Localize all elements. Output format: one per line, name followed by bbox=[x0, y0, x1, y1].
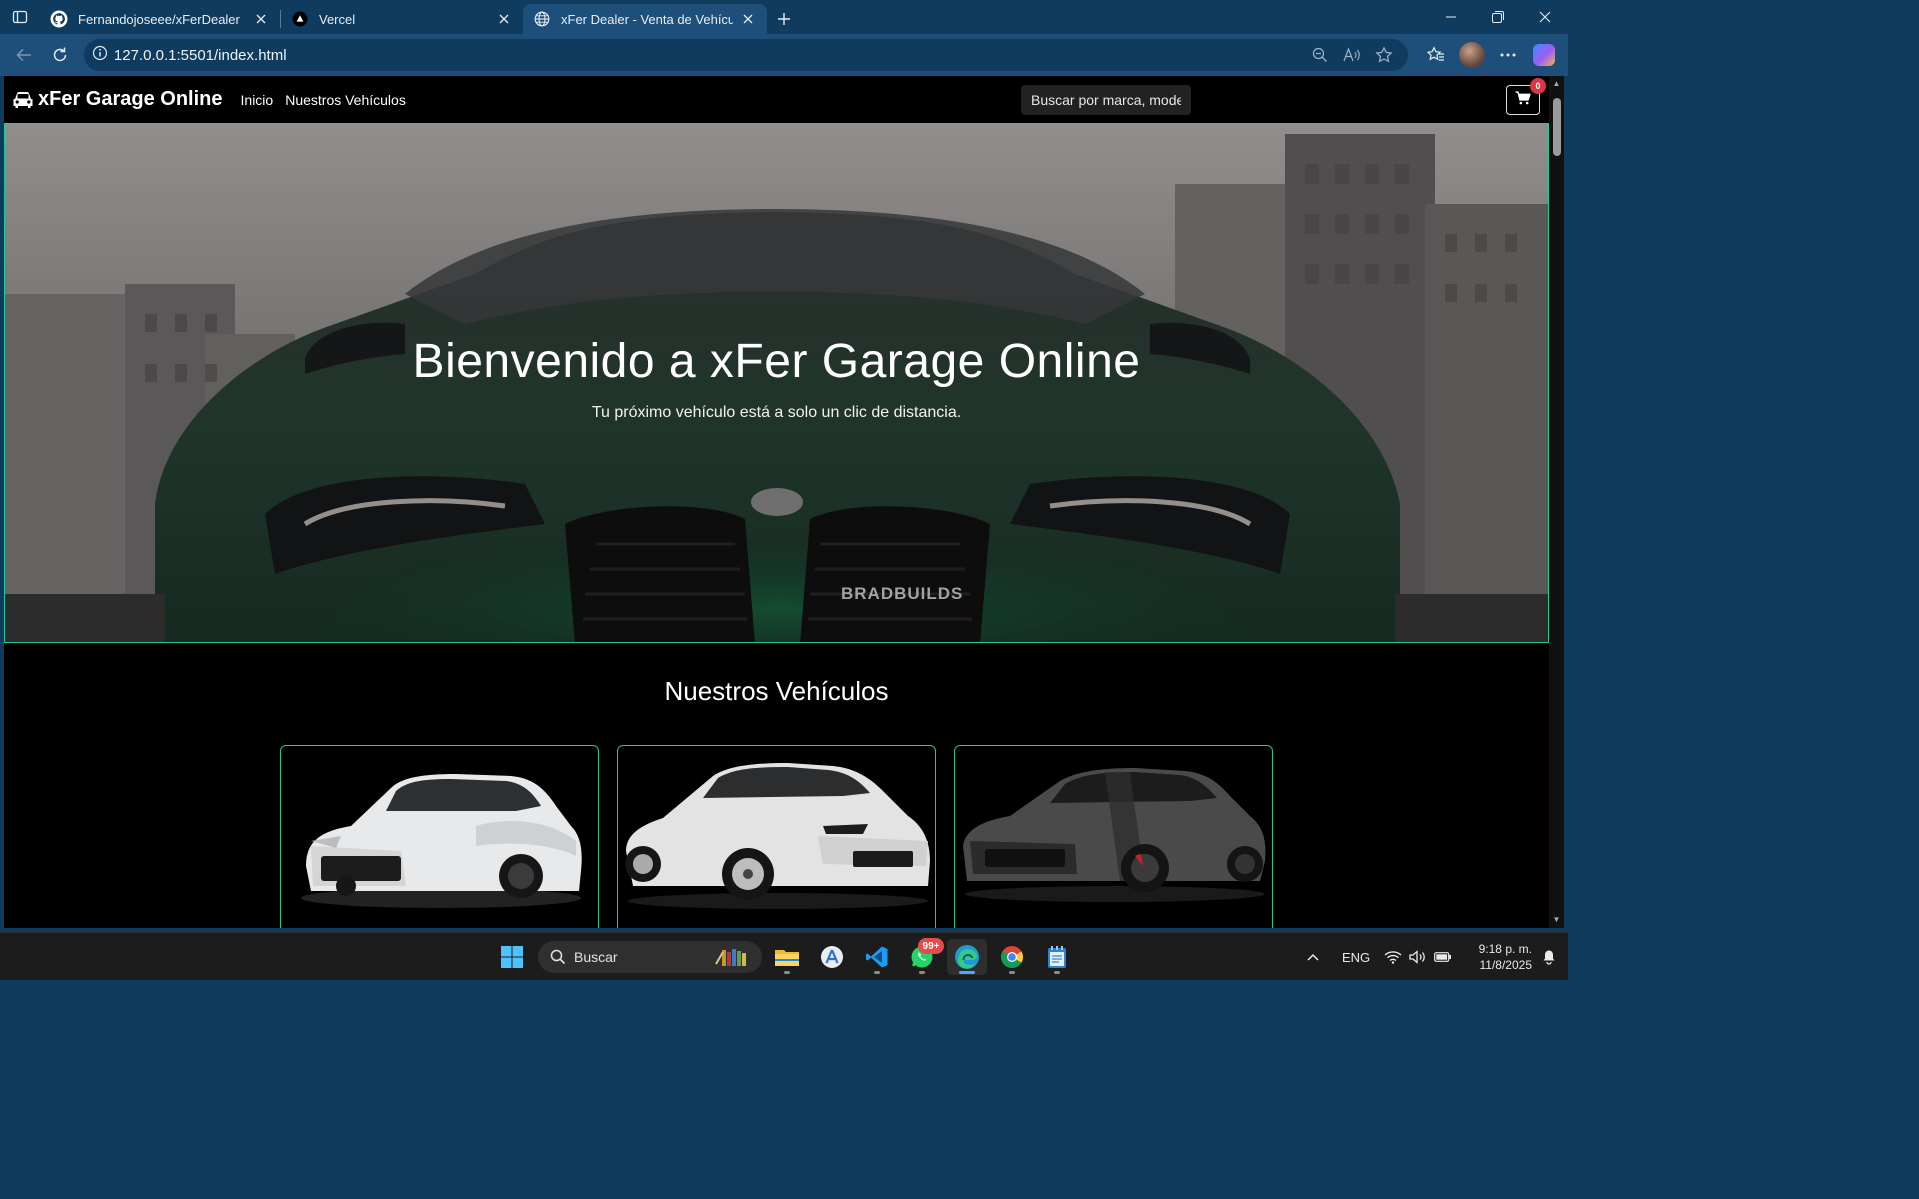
scroll-up-icon[interactable]: ▲ bbox=[1552, 80, 1561, 88]
favorites-icon[interactable] bbox=[1418, 37, 1454, 73]
running-indicator bbox=[784, 971, 790, 974]
vehicle-card[interactable] bbox=[280, 745, 599, 928]
running-indicator bbox=[1009, 971, 1015, 974]
chrome-icon[interactable] bbox=[992, 939, 1032, 975]
clock-time: 9:18 p. m. bbox=[1478, 942, 1532, 956]
new-tab-icon[interactable] bbox=[767, 4, 801, 34]
wifi-icon[interactable] bbox=[1384, 933, 1402, 981]
vehicle-card[interactable] bbox=[617, 745, 936, 928]
vehicle-image bbox=[625, 763, 930, 909]
hero-subtitle: Tu próximo vehículo está a solo un clic … bbox=[591, 404, 962, 421]
zoom-out-icon[interactable] bbox=[1304, 41, 1336, 69]
tab-actions-icon[interactable] bbox=[0, 0, 40, 34]
profile-avatar[interactable] bbox=[1454, 37, 1490, 73]
site-info-icon[interactable] bbox=[92, 45, 108, 66]
brand-logo[interactable]: xFer Garage Online bbox=[12, 88, 223, 111]
vscode-icon[interactable] bbox=[857, 939, 897, 975]
page-scrollbar[interactable]: ▲ ▼ bbox=[1549, 76, 1564, 928]
brand-name: xFer Garage Online bbox=[38, 88, 223, 110]
file-explorer-icon[interactable] bbox=[767, 939, 807, 975]
taskbar-search-label: Buscar bbox=[574, 949, 618, 965]
page-viewport: xFer Garage Online Inicio Nuestros Vehíc… bbox=[4, 76, 1549, 928]
restore-icon[interactable] bbox=[1474, 0, 1521, 34]
hero-banner: BRADBUILDS Bienvenido a xFer Garage Onli… bbox=[4, 123, 1549, 643]
vehicle-image bbox=[301, 774, 582, 908]
hero-watermark: BRADBUILDS bbox=[841, 584, 964, 603]
tab-title: Fernandojoseee/xFerDealer bbox=[78, 11, 240, 27]
search-icon bbox=[550, 949, 566, 965]
tab-title: Vercel bbox=[319, 11, 356, 27]
vehicle-image bbox=[963, 768, 1266, 902]
vercel-icon bbox=[291, 10, 309, 28]
taskbar-search-box[interactable]: Buscar bbox=[538, 941, 762, 973]
close-window-icon[interactable] bbox=[1521, 0, 1568, 34]
vehicle-search-input[interactable] bbox=[1021, 85, 1191, 115]
nav-link-vehiculos[interactable]: Nuestros Vehículos bbox=[285, 92, 406, 108]
copilot-icon[interactable] bbox=[1526, 37, 1562, 73]
windows-taskbar: Buscar ENG 9:18 p. m. 11/8/2025 bbox=[0, 932, 1568, 980]
minimize-icon[interactable] bbox=[1427, 0, 1474, 34]
browser-toolbar: 127.0.0.1:5501/index.html bbox=[0, 34, 1568, 76]
globe-icon bbox=[533, 10, 551, 28]
nav-link-inicio[interactable]: Inicio bbox=[241, 92, 274, 108]
running-indicator bbox=[919, 971, 925, 974]
read-aloud-icon[interactable] bbox=[1336, 41, 1368, 69]
running-indicator bbox=[1054, 971, 1060, 974]
scroll-down-icon[interactable]: ▼ bbox=[1552, 916, 1561, 924]
active-indicator bbox=[959, 971, 975, 974]
edge-browser-icon[interactable] bbox=[947, 939, 987, 975]
car-icon bbox=[12, 91, 34, 109]
volume-icon[interactable] bbox=[1409, 933, 1427, 981]
reload-icon[interactable] bbox=[42, 37, 78, 73]
back-arrow-icon[interactable] bbox=[6, 37, 42, 73]
tab-strip: Fernandojoseee/xFerDealer Vercel xFer De… bbox=[0, 0, 1568, 34]
close-tab-icon[interactable] bbox=[739, 10, 757, 28]
scrollbar-thumb[interactable] bbox=[1553, 98, 1561, 156]
address-bar[interactable]: 127.0.0.1:5501/index.html bbox=[83, 39, 1409, 71]
cart-count-badge: 0 bbox=[1530, 78, 1546, 94]
site-navbar: xFer Garage Online Inicio Nuestros Vehíc… bbox=[4, 76, 1549, 123]
vehicle-card[interactable] bbox=[954, 745, 1273, 928]
tab-xfer-dealer[interactable]: xFer Dealer - Venta de Vehículos I bbox=[523, 4, 767, 34]
notifications-icon[interactable] bbox=[1542, 933, 1556, 981]
favorite-star-icon[interactable] bbox=[1368, 41, 1400, 69]
tab-title: xFer Dealer - Venta de Vehículos I bbox=[561, 11, 733, 27]
app-store-icon[interactable] bbox=[812, 939, 852, 975]
hero-title: Bienvenido a xFer Garage Online bbox=[412, 335, 1141, 388]
language-indicator[interactable]: ENG bbox=[1342, 933, 1370, 981]
battery-icon[interactable] bbox=[1434, 933, 1452, 981]
url-text[interactable]: 127.0.0.1:5501/index.html bbox=[114, 47, 1304, 64]
notepad-icon[interactable] bbox=[1037, 939, 1077, 975]
shopping-cart-icon bbox=[1515, 90, 1531, 110]
show-hidden-icons[interactable] bbox=[1306, 933, 1320, 981]
github-icon bbox=[50, 10, 68, 28]
close-tab-icon[interactable] bbox=[252, 10, 270, 28]
clock-date: 11/8/2025 bbox=[1479, 958, 1533, 972]
running-indicator bbox=[874, 971, 880, 974]
whatsapp-notification-badge: 99+ bbox=[918, 938, 944, 954]
system-clock[interactable]: 9:18 p. m. 11/8/2025 bbox=[1462, 941, 1532, 973]
search-highlight-icon bbox=[714, 946, 754, 968]
tab-github[interactable]: Fernandojoseee/xFerDealer bbox=[40, 4, 280, 34]
tab-vercel[interactable]: Vercel bbox=[281, 4, 523, 34]
windows-start-icon[interactable] bbox=[492, 939, 532, 975]
more-options-icon[interactable] bbox=[1490, 37, 1526, 73]
close-tab-icon[interactable] bbox=[495, 10, 513, 28]
vehicles-section-title: Nuestros Vehículos bbox=[664, 676, 889, 706]
